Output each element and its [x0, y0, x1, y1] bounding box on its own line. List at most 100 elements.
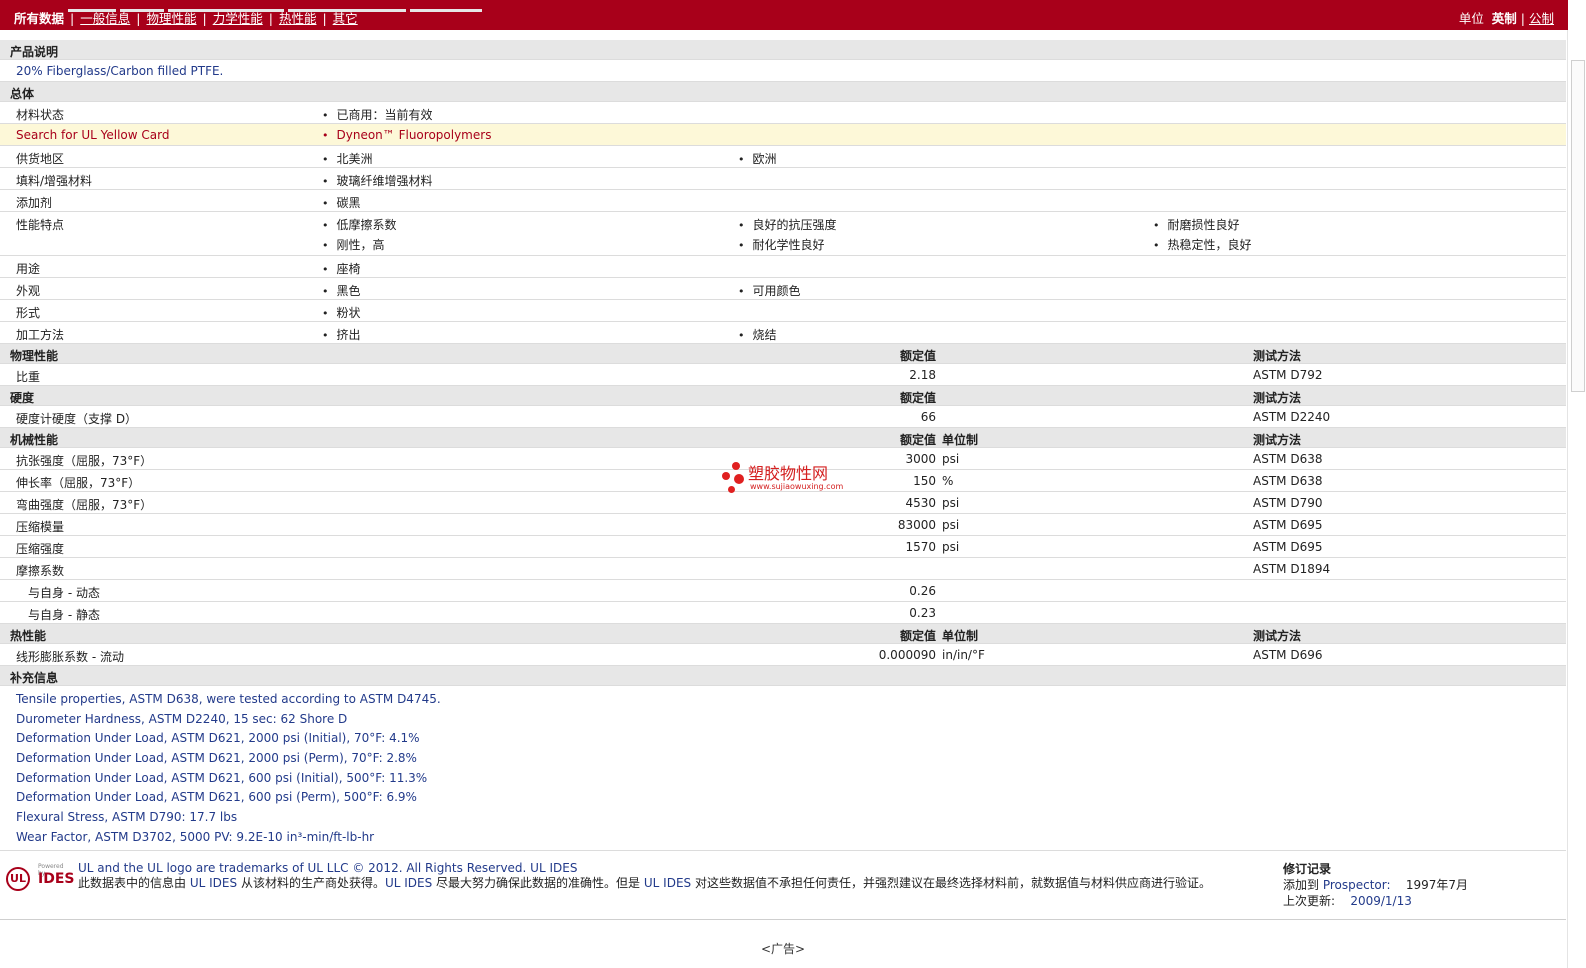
section-title: 补充信息	[10, 671, 59, 685]
property-value: 0.000090	[878, 648, 936, 662]
trademark-notice: UL and the UL logo are trademarks of UL …	[78, 860, 578, 875]
property-unit: in/in/°F	[942, 648, 985, 662]
table-row: 硬度计硬度（支撑 D） 66 ASTM D2240	[0, 406, 1566, 428]
disclaimer-brand: UL IDES	[189, 875, 238, 890]
note-line: Deformation Under Load, ASTM D621, 2000 …	[16, 731, 420, 746]
nav-all-data[interactable]: 所有数据	[14, 11, 64, 26]
prospector-link[interactable]: Prospector:	[1323, 878, 1391, 892]
property-label: 硬度计硬度（支撑 D）	[16, 412, 138, 426]
supplementary-notes: Tensile properties, ASTM D638, were test…	[0, 686, 1566, 851]
scrollbar-thumb[interactable]	[1571, 60, 1585, 392]
note-line: Tensile properties, ASTM D638, were test…	[16, 692, 441, 706]
watermark-url: www.sujiaowuxing.com	[750, 482, 844, 491]
section-supplementary: 补充信息	[0, 666, 1566, 686]
section-general: 总体	[0, 82, 1566, 102]
nav-physical[interactable]: 物理性能	[146, 11, 196, 26]
section-title: 物理性能	[10, 349, 59, 363]
watermark-name: 塑胶物性网	[748, 464, 829, 483]
disclaimer-brand: UL IDES	[384, 875, 433, 890]
disclaimer-part: 对这些数据值不承担任何责任，并强烈建议在最终选择材料前，就数据值与材料供应商进行…	[694, 875, 1211, 890]
section-mechanical: 机械性能 额定值 单位制 测试方法	[0, 428, 1566, 448]
row-ul-yellow-card: Search for UL Yellow Card Dyneon™ Fluoro…	[0, 124, 1566, 146]
nav-general-info[interactable]: 一般信息	[80, 11, 130, 26]
col-nominal: 额定值	[899, 391, 936, 405]
note-line: Deformation Under Load, ASTM D621, 2000 …	[16, 751, 417, 766]
nav-other[interactable]: 其它	[333, 11, 358, 26]
updated-label: 上次更新:	[1283, 893, 1336, 908]
disclaimer-brand: UL IDES	[643, 875, 692, 890]
property-value: 3000	[905, 452, 936, 466]
top-nav-bar: 所有数据 | 一般信息 | 物理性能 | 力学性能 | 热性能 | 其它 单位 英制 | 公制	[0, 0, 1568, 30]
property-unit: psi	[942, 452, 960, 466]
test-method: ASTM D638	[1253, 452, 1323, 466]
revision-title: 修订记录	[1283, 861, 1332, 876]
row-features: 性能特点 低摩擦系数 良好的抗压强度 耐磨损性良好 刚性，高 耐化学性良好 热稳…	[0, 212, 1566, 256]
vertical-scrollbar[interactable]	[1567, 30, 1586, 968]
note-line: Deformation Under Load, ASTM D621, 600 p…	[16, 770, 428, 785]
col-test-method: 测试方法	[1253, 391, 1302, 405]
row-uses: 用途 座椅	[0, 256, 1566, 278]
row-value: 欧洲	[738, 150, 777, 167]
product-description: 20% Fiberglass/Carbon filled PTFE.	[16, 64, 224, 78]
property-unit: psi	[942, 518, 960, 532]
section-title: 热性能	[10, 629, 47, 643]
supplier-link[interactable]: Dyneon™ Fluoropolymers	[322, 128, 492, 142]
property-value: 1570	[905, 540, 936, 554]
test-method: ASTM D638	[1253, 474, 1323, 488]
row-value: 耐磨损性良好	[1153, 216, 1240, 233]
units-label: 单位	[1458, 11, 1484, 26]
disclaimer: 此数据表中的信息由 UL IDES 从该材料的生产商处获得。UL IDES 尽最…	[78, 876, 1268, 891]
row-form: 形式 粉状	[0, 300, 1566, 322]
unit-metric[interactable]: 公制	[1529, 11, 1554, 26]
row-filler: 填料/增强材料 玻璃纤维增强材料	[0, 168, 1566, 190]
property-value: 0.23	[909, 606, 936, 620]
col-test-method: 测试方法	[1253, 629, 1302, 643]
unit-imperial[interactable]: 英制	[1492, 11, 1517, 26]
section-title: 机械性能	[10, 433, 59, 447]
property-label: 抗张强度（屈服，73°F）	[16, 454, 153, 468]
row-value: 玻璃纤维增强材料	[322, 172, 433, 189]
property-label: 弯曲强度（屈服，73°F）	[16, 498, 153, 512]
section-nav: 所有数据 | 一般信息 | 物理性能 | 力学性能 | 热性能 | 其它	[14, 11, 358, 26]
section-title: 产品说明	[10, 45, 59, 59]
table-row: 压缩强度 1570 psi ASTM D695	[0, 536, 1566, 558]
test-method: ASTM D790	[1253, 496, 1323, 510]
row-label: 填料/增强材料	[16, 174, 93, 188]
nav-mechanical[interactable]: 力学性能	[213, 11, 263, 26]
note-line: Flexural Stress, ASTM D790: 17.7 lbs	[16, 810, 238, 825]
row-value: 刚性，高	[322, 236, 385, 253]
col-unit: 单位制	[942, 629, 979, 643]
row-value: 低摩擦系数	[322, 216, 397, 233]
property-value: 0.26	[909, 584, 936, 598]
section-hardness: 硬度 额定值 测试方法	[0, 386, 1566, 406]
test-method: ASTM D1894	[1253, 562, 1331, 576]
row-label: 材料状态	[16, 108, 65, 122]
unit-switcher: 单位 英制 | 公制	[1458, 11, 1554, 26]
row-value: 粉状	[322, 304, 361, 321]
added-label: 添加到	[1283, 877, 1320, 892]
nav-thermal[interactable]: 热性能	[279, 11, 317, 26]
tab-strip	[68, 0, 486, 12]
ul-ides-logo: UL Powered by IDES	[6, 863, 74, 895]
row-value: 已商用：当前有效	[322, 106, 433, 123]
note-line: Deformation Under Load, ASTM D621, 600 p…	[16, 790, 417, 805]
row-value: 座椅	[322, 260, 361, 277]
row-value: 挤出	[322, 326, 361, 343]
footer-text: UL and the UL logo are trademarks of UL …	[78, 861, 1268, 891]
row-region: 供货地区 北美洲 欧洲	[0, 146, 1566, 168]
section-product: 产品说明	[0, 40, 1566, 60]
table-row: 线形膨胀系数 - 流动 0.000090 in/in/°F ASTM D696	[0, 644, 1566, 666]
footer: UL Powered by IDES UL and the UL logo ar…	[0, 851, 1566, 920]
row-label: 供货地区	[16, 152, 65, 166]
row-label: 添加剂	[16, 196, 53, 210]
ul-yellow-card-link[interactable]: Search for UL Yellow Card	[16, 128, 169, 142]
row-value: 可用颜色	[738, 282, 801, 299]
col-unit: 单位制	[942, 433, 979, 447]
col-test-method: 测试方法	[1253, 349, 1302, 363]
test-method: ASTM D696	[1253, 648, 1323, 662]
property-label: 摩擦系数	[16, 564, 65, 578]
table-row: 比重 2.18 ASTM D792	[0, 364, 1566, 386]
row-value: 北美洲	[322, 150, 373, 167]
row-value: 黑色	[322, 282, 361, 299]
row-label: 形式	[16, 306, 41, 320]
